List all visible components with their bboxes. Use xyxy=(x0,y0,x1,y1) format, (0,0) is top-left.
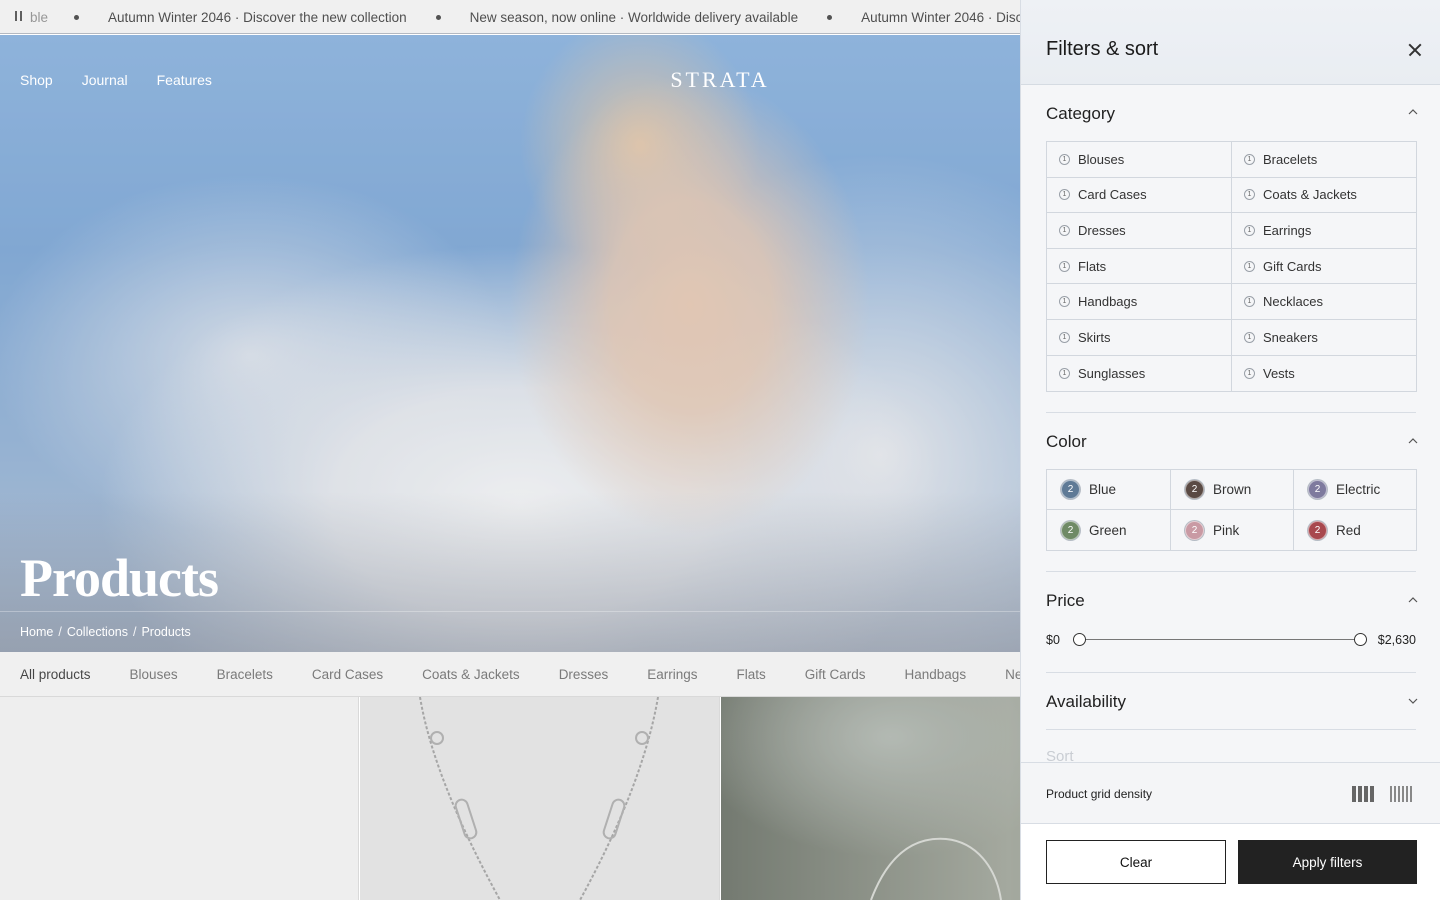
drawer-title: Filters & sort xyxy=(1046,38,1159,60)
category-label: Earrings xyxy=(1263,222,1312,238)
color-option[interactable]: 2 Pink xyxy=(1171,510,1294,550)
color-swatch: 2 xyxy=(1061,480,1080,499)
close-icon[interactable] xyxy=(1405,40,1425,60)
category-label: Handbags xyxy=(1078,294,1138,310)
category-option[interactable]: 1 Vests xyxy=(1232,356,1417,392)
availability-section-title[interactable]: Availability xyxy=(1046,692,1126,712)
category-option[interactable]: 1 Card Cases xyxy=(1047,177,1232,214)
category-label: Coats & Jackets xyxy=(1263,187,1357,203)
count-badge: 1 xyxy=(1244,367,1255,379)
category-section-title[interactable]: Category xyxy=(1046,104,1115,124)
color-label: Green xyxy=(1089,522,1127,538)
category-option[interactable]: 1 Skirts xyxy=(1047,319,1232,356)
category-option[interactable]: 1 Coats & Jackets xyxy=(1232,178,1417,214)
chevron-up-icon[interactable] xyxy=(1408,436,1418,446)
color-label: Brown xyxy=(1213,482,1252,497)
category-option[interactable]: 1 Dresses xyxy=(1047,213,1232,249)
category-option[interactable]: 1 Earrings xyxy=(1232,213,1417,249)
price-slider-track[interactable] xyxy=(1079,639,1361,640)
color-swatch: 2 xyxy=(1185,520,1204,540)
category-label: Sneakers xyxy=(1263,329,1318,345)
category-label: Gift Cards xyxy=(1263,258,1322,274)
count-badge: 1 xyxy=(1059,224,1070,236)
count-badge: 1 xyxy=(1059,331,1070,343)
section-divider xyxy=(1046,571,1416,572)
category-label: Skirts xyxy=(1078,329,1111,345)
drawer-backdrop[interactable] xyxy=(0,0,1020,900)
category-option[interactable]: 1 Blouses xyxy=(1047,142,1232,178)
section-divider xyxy=(1046,412,1416,413)
color-option[interactable]: 2 Green xyxy=(1047,510,1171,550)
grid-4-columns-icon[interactable] xyxy=(1352,786,1374,802)
count-badge: 1 xyxy=(1244,224,1255,236)
category-option[interactable]: 1 Flats xyxy=(1047,248,1232,285)
density-label: Product grid density xyxy=(1046,787,1153,801)
price-section-title[interactable]: Price xyxy=(1046,591,1085,611)
count-badge: 1 xyxy=(1059,296,1070,308)
chevron-up-icon[interactable] xyxy=(1408,595,1418,605)
color-options: 2 Blue 2 Brown 2 Electric 2 Green 2 Pink 2 Red xyxy=(1046,469,1417,551)
category-option[interactable]: 1 Gift Cards xyxy=(1232,249,1417,285)
chevron-up-icon[interactable] xyxy=(1408,107,1418,117)
category-label: Vests xyxy=(1263,365,1295,381)
category-option[interactable]: 1 Necklaces xyxy=(1232,284,1417,320)
grid-6-columns-icon[interactable] xyxy=(1390,786,1412,802)
color-option[interactable]: 2 Electric xyxy=(1294,470,1416,510)
color-label: Red xyxy=(1336,522,1361,538)
count-badge: 1 xyxy=(1244,296,1255,308)
section-divider xyxy=(1046,729,1416,730)
filters-drawer: Filters & sort Category 1 Blouses 1 Bracel… xyxy=(1020,0,1440,900)
count-badge: 1 xyxy=(1244,331,1255,343)
category-label: Bracelets xyxy=(1263,151,1318,167)
color-swatch: 2 xyxy=(1308,480,1327,499)
chevron-down-icon[interactable] xyxy=(1408,696,1418,706)
category-label: Dresses xyxy=(1078,222,1126,238)
category-options: 1 Blouses 1 Bracelets 1 Card Cases 1 Coats &… xyxy=(1046,141,1417,392)
category-label: Necklaces xyxy=(1263,294,1323,310)
count-badge: 1 xyxy=(1244,260,1255,272)
color-swatch: 2 xyxy=(1185,480,1204,499)
price-max-label: $2,630 xyxy=(1377,633,1416,647)
category-option[interactable]: 1 Bracelets xyxy=(1232,142,1417,178)
color-option[interactable]: 2 Brown xyxy=(1171,470,1294,510)
category-label: Blouses xyxy=(1078,151,1125,167)
count-badge: 1 xyxy=(1244,153,1255,165)
apply-filters-button[interactable]: Apply filters xyxy=(1238,840,1417,884)
count-badge: 1 xyxy=(1059,260,1070,272)
clear-button[interactable]: Clear xyxy=(1046,840,1226,884)
category-label: Sunglasses xyxy=(1078,365,1146,381)
section-divider xyxy=(1046,672,1416,673)
price-range: $0 $2,630 xyxy=(1046,630,1416,650)
price-max-handle[interactable] xyxy=(1354,633,1367,646)
drawer-header: Filters & sort xyxy=(1021,0,1440,85)
count-badge: 1 xyxy=(1059,367,1070,379)
color-option[interactable]: 2 Blue xyxy=(1047,470,1171,510)
price-min-handle[interactable] xyxy=(1073,633,1086,646)
drawer-footer: Clear Apply filters xyxy=(1021,824,1440,900)
price-min-label: $0 xyxy=(1046,633,1060,647)
color-label: Electric xyxy=(1336,482,1381,497)
count-badge: 1 xyxy=(1244,189,1255,201)
color-swatch: 2 xyxy=(1308,520,1327,540)
color-option[interactable]: 2 Red xyxy=(1294,510,1416,550)
count-badge: 1 xyxy=(1059,189,1070,201)
grid-density-bar: Product grid density xyxy=(1021,762,1440,824)
category-option[interactable]: 1 Sneakers xyxy=(1232,320,1417,356)
category-option[interactable]: 1 Sunglasses xyxy=(1047,355,1232,392)
count-badge: 1 xyxy=(1059,153,1070,165)
category-label: Card Cases xyxy=(1078,187,1147,203)
color-swatch: 2 xyxy=(1061,520,1080,540)
color-label: Blue xyxy=(1089,482,1117,497)
color-section-title[interactable]: Color xyxy=(1046,432,1087,452)
color-label: Pink xyxy=(1213,522,1240,538)
category-label: Flats xyxy=(1078,258,1107,274)
category-option[interactable]: 1 Handbags xyxy=(1047,284,1232,320)
sort-section-title[interactable]: Sort xyxy=(1046,748,1074,762)
